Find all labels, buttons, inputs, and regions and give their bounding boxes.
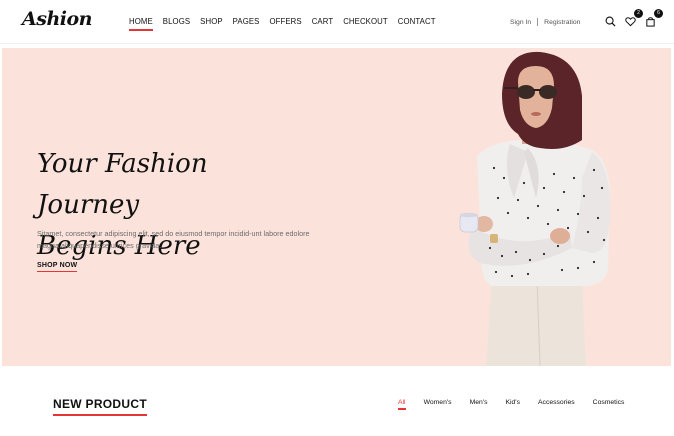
- shop-now-link[interactable]: SHOP NOW: [37, 262, 78, 272]
- search-button[interactable]: [605, 14, 617, 27]
- filter-kids[interactable]: Kid's: [505, 399, 520, 406]
- bag-icon: [646, 17, 655, 27]
- new-product-title: NEW PRODUCT: [53, 397, 147, 416]
- product-filters: All Women's Men's Kid's Accessories Cosm…: [398, 399, 642, 410]
- filter-accessories[interactable]: Accessories: [538, 399, 575, 406]
- filter-all[interactable]: All: [398, 399, 406, 410]
- header-icons: 2 6: [605, 9, 663, 27]
- nav-blogs[interactable]: BLOGS: [163, 17, 190, 26]
- main-nav: HOME BLOGS SHOP PAGES OFFERS CART CHECKO…: [129, 17, 446, 31]
- hero-banner: Your Fashion Journey Begins Here Sitamet…: [2, 48, 671, 366]
- filter-mens[interactable]: Men's: [470, 399, 488, 406]
- nav-cart[interactable]: CART: [312, 17, 333, 26]
- wishlist-count-badge: 2: [634, 9, 643, 18]
- heart-icon: [625, 17, 636, 27]
- search-icon: [605, 16, 616, 27]
- filter-cosmetics[interactable]: Cosmetics: [593, 399, 625, 406]
- site-header: Ashion HOME BLOGS SHOP PAGES OFFERS CART…: [0, 0, 674, 44]
- site-logo[interactable]: Ashion: [22, 8, 92, 30]
- nav-home[interactable]: HOME: [129, 17, 153, 31]
- nav-shop[interactable]: SHOP: [200, 17, 223, 26]
- hero-description: Sitamet, consectetur adipiscing elit, se…: [37, 229, 310, 250]
- hero-model-image: [459, 51, 611, 366]
- hero-title-line-1: Your Fashion Journey: [37, 149, 208, 220]
- wishlist-button[interactable]: 2: [625, 9, 643, 27]
- auth-links: Sign In Registration: [510, 18, 580, 26]
- filter-womens[interactable]: Women's: [424, 399, 452, 406]
- auth-divider: [537, 18, 539, 26]
- nav-offers[interactable]: OFFERS: [269, 17, 301, 26]
- nav-contact[interactable]: CONTACT: [398, 17, 436, 26]
- registration-link[interactable]: Registration: [544, 19, 580, 26]
- nav-checkout[interactable]: CHECKOUT: [343, 17, 388, 26]
- nav-pages[interactable]: PAGES: [233, 17, 260, 26]
- signin-link[interactable]: Sign In: [510, 19, 531, 26]
- cart-button[interactable]: 6: [645, 9, 663, 27]
- cart-count-badge: 6: [654, 9, 663, 18]
